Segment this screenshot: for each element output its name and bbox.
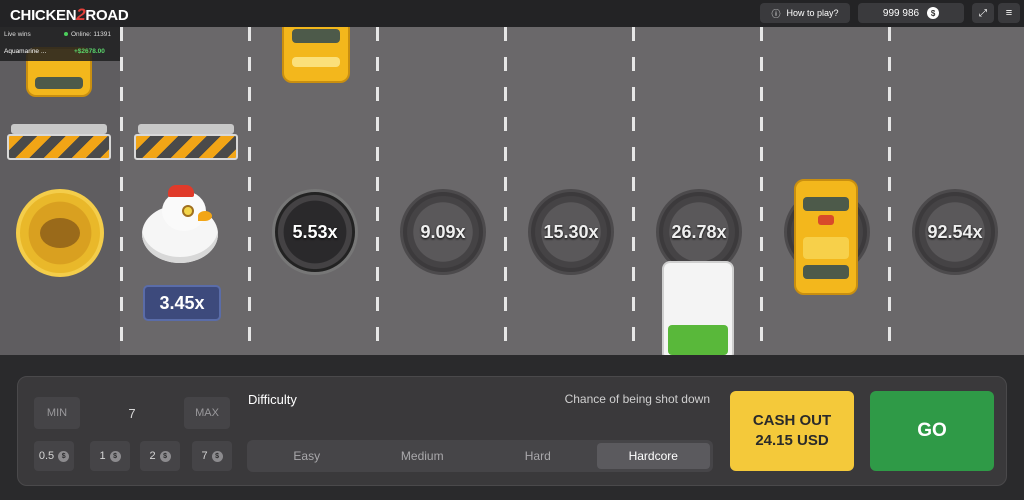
control-panel: MIN 7 MAX 0.5 $ 1 $ 2 $ 7 $ Difficulty C… xyxy=(17,376,1007,486)
difficulty-hardcore[interactable]: Hardcore xyxy=(596,443,710,469)
online-count: Online: 11391 xyxy=(64,31,111,38)
live-wins-label: Live wins xyxy=(4,31,31,38)
road-barrier xyxy=(134,124,238,164)
chance-label: Chance of being shot down xyxy=(564,392,710,406)
current-multiplier: 3.45x xyxy=(143,285,221,321)
min-bet-button[interactable]: MIN xyxy=(34,397,80,429)
top-bar: CHICKEN2ROAD ⓘ How to play? 999 986 $ ⤢ … xyxy=(0,0,1024,27)
quick-bet-0-5[interactable]: 0.5 $ xyxy=(34,441,74,471)
lane-divider xyxy=(376,27,379,355)
difficulty-label: Difficulty xyxy=(248,392,297,407)
chicken-player xyxy=(138,185,222,271)
lane-divider xyxy=(248,27,251,355)
bet-amount-input[interactable]: 7 xyxy=(80,397,184,429)
dollar-coin-icon: $ xyxy=(109,450,121,462)
taxi-car xyxy=(282,27,350,83)
game-logo: CHICKEN2ROAD xyxy=(10,5,129,24)
balance-display: 999 986 $ xyxy=(858,3,964,23)
menu-icon[interactable]: ≡ xyxy=(998,3,1020,23)
truck-vehicle xyxy=(662,261,734,355)
quick-bet-2[interactable]: 2 $ xyxy=(140,441,180,471)
bet-amount-box: MIN 7 MAX 0.5 $ 1 $ 2 $ 7 $ xyxy=(32,391,232,481)
difficulty-medium[interactable]: Medium xyxy=(366,443,480,469)
fullscreen-icon[interactable]: ⤢ xyxy=(972,3,994,23)
info-icon: ⓘ xyxy=(771,8,781,19)
live-wins-panel: Live wins Online: 11391 Aquamarine ... +… xyxy=(0,27,120,61)
dollar-coin-icon: $ xyxy=(58,450,70,462)
dollar-coin-icon: $ xyxy=(159,450,171,462)
game-road: 3.45x 5.53x 9.09x 15.30x 26.78x 92.54x xyxy=(0,27,1024,355)
road-barrier xyxy=(7,124,111,164)
lane-multiplier-2[interactable]: 9.09x xyxy=(400,189,486,275)
start-coin-icon xyxy=(16,189,104,277)
lane-multiplier-3[interactable]: 15.30x xyxy=(528,189,614,275)
lane-divider xyxy=(760,27,763,355)
quick-bet-1[interactable]: 1 $ xyxy=(90,441,130,471)
cash-out-button[interactable]: CASH OUT 24.15 USD xyxy=(730,391,854,471)
difficulty-easy[interactable]: Easy xyxy=(250,443,364,469)
go-button[interactable]: GO xyxy=(870,391,994,471)
difficulty-selector: Easy Medium Hard Hardcore xyxy=(247,440,713,472)
live-win-amount: +$2678.00 xyxy=(74,48,105,55)
how-to-play-button[interactable]: ⓘ How to play? xyxy=(760,3,850,23)
lane-divider xyxy=(632,27,635,355)
dollar-coin-icon: $ xyxy=(927,7,940,19)
lane-multiplier-6[interactable]: 92.54x xyxy=(912,189,998,275)
difficulty-hard[interactable]: Hard xyxy=(481,443,595,469)
lane-divider xyxy=(120,27,123,355)
lane-multiplier-1[interactable]: 5.53x xyxy=(272,189,358,275)
live-win-user: Aquamarine ... xyxy=(4,48,47,55)
lane-divider xyxy=(504,27,507,355)
lane-divider xyxy=(888,27,891,355)
taxi-car xyxy=(794,179,858,295)
max-bet-button[interactable]: MAX xyxy=(184,397,230,429)
quick-bet-7[interactable]: 7 $ xyxy=(192,441,232,471)
balance-value: 999 986 xyxy=(882,7,920,19)
dollar-coin-icon: $ xyxy=(211,450,223,462)
